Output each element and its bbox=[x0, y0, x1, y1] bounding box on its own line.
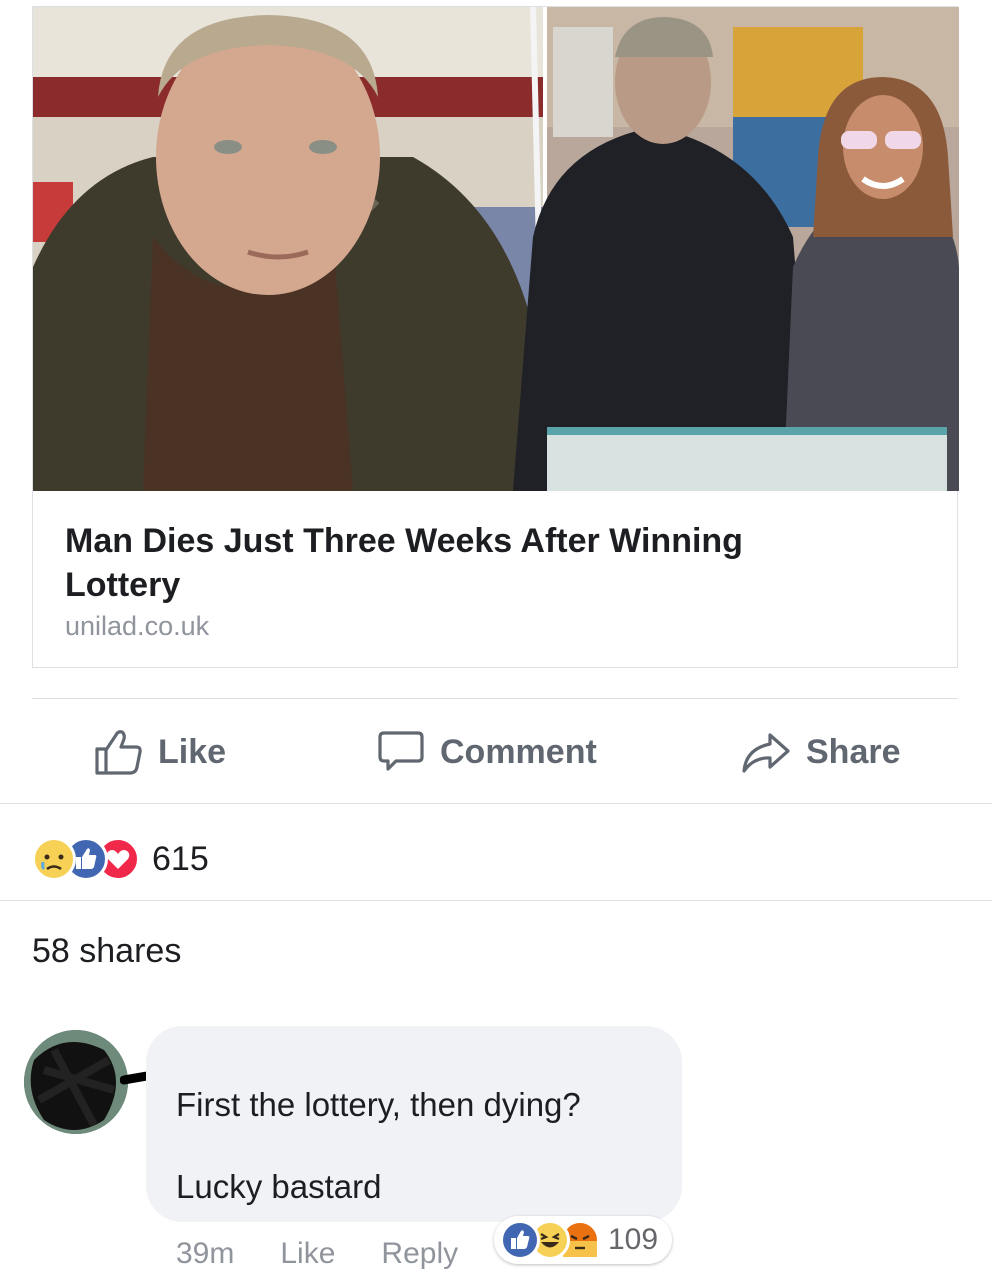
comment-reaction-count: 109 bbox=[608, 1223, 659, 1256]
thumbs-up-icon bbox=[95, 730, 142, 775]
comment-time: 39m bbox=[176, 1237, 235, 1270]
like-button[interactable]: Like bbox=[94, 728, 226, 776]
comment-text-line-2: Lucky bastard bbox=[176, 1168, 382, 1205]
link-domain: unilad.co.uk bbox=[65, 611, 210, 641]
comment-bubble[interactable]: First the lottery, then dying? Lucky bas… bbox=[146, 1026, 682, 1222]
comment-bubble-icon bbox=[378, 731, 424, 771]
reactions-summary[interactable]: 615 bbox=[32, 836, 209, 882]
sad-reaction-icon bbox=[32, 837, 76, 881]
comment-like-link[interactable]: Like bbox=[280, 1237, 335, 1271]
comment-button[interactable]: Comment bbox=[376, 728, 597, 776]
link-preview-image[interactable] bbox=[33, 7, 959, 491]
comment-label: Comment bbox=[440, 732, 597, 771]
reactions-divider bbox=[0, 900, 992, 901]
like-label: Like bbox=[158, 732, 227, 771]
link-title[interactable]: Man Dies Just Three Weeks After Winning … bbox=[65, 519, 865, 607]
comment-text-line-1: First the lottery, then dying? bbox=[176, 1086, 581, 1123]
reaction-count[interactable]: 615 bbox=[152, 840, 209, 879]
comment-meta: 39m Like Reply bbox=[176, 1234, 504, 1274]
share-label: Share bbox=[806, 732, 901, 771]
like-reaction-icon bbox=[500, 1220, 540, 1260]
commenter-avatar[interactable] bbox=[24, 1030, 128, 1134]
comment-reactions[interactable]: 109 bbox=[494, 1216, 673, 1264]
share-button[interactable]: Share bbox=[740, 728, 901, 776]
action-divider bbox=[0, 803, 992, 804]
comment-reply-link[interactable]: Reply bbox=[381, 1237, 458, 1271]
link-preview-card[interactable]: Man Dies Just Three Weeks After Winning … bbox=[32, 6, 959, 668]
shares-count[interactable]: 58 shares bbox=[32, 932, 181, 971]
share-arrow-icon bbox=[742, 733, 790, 773]
card-divider bbox=[32, 698, 958, 699]
